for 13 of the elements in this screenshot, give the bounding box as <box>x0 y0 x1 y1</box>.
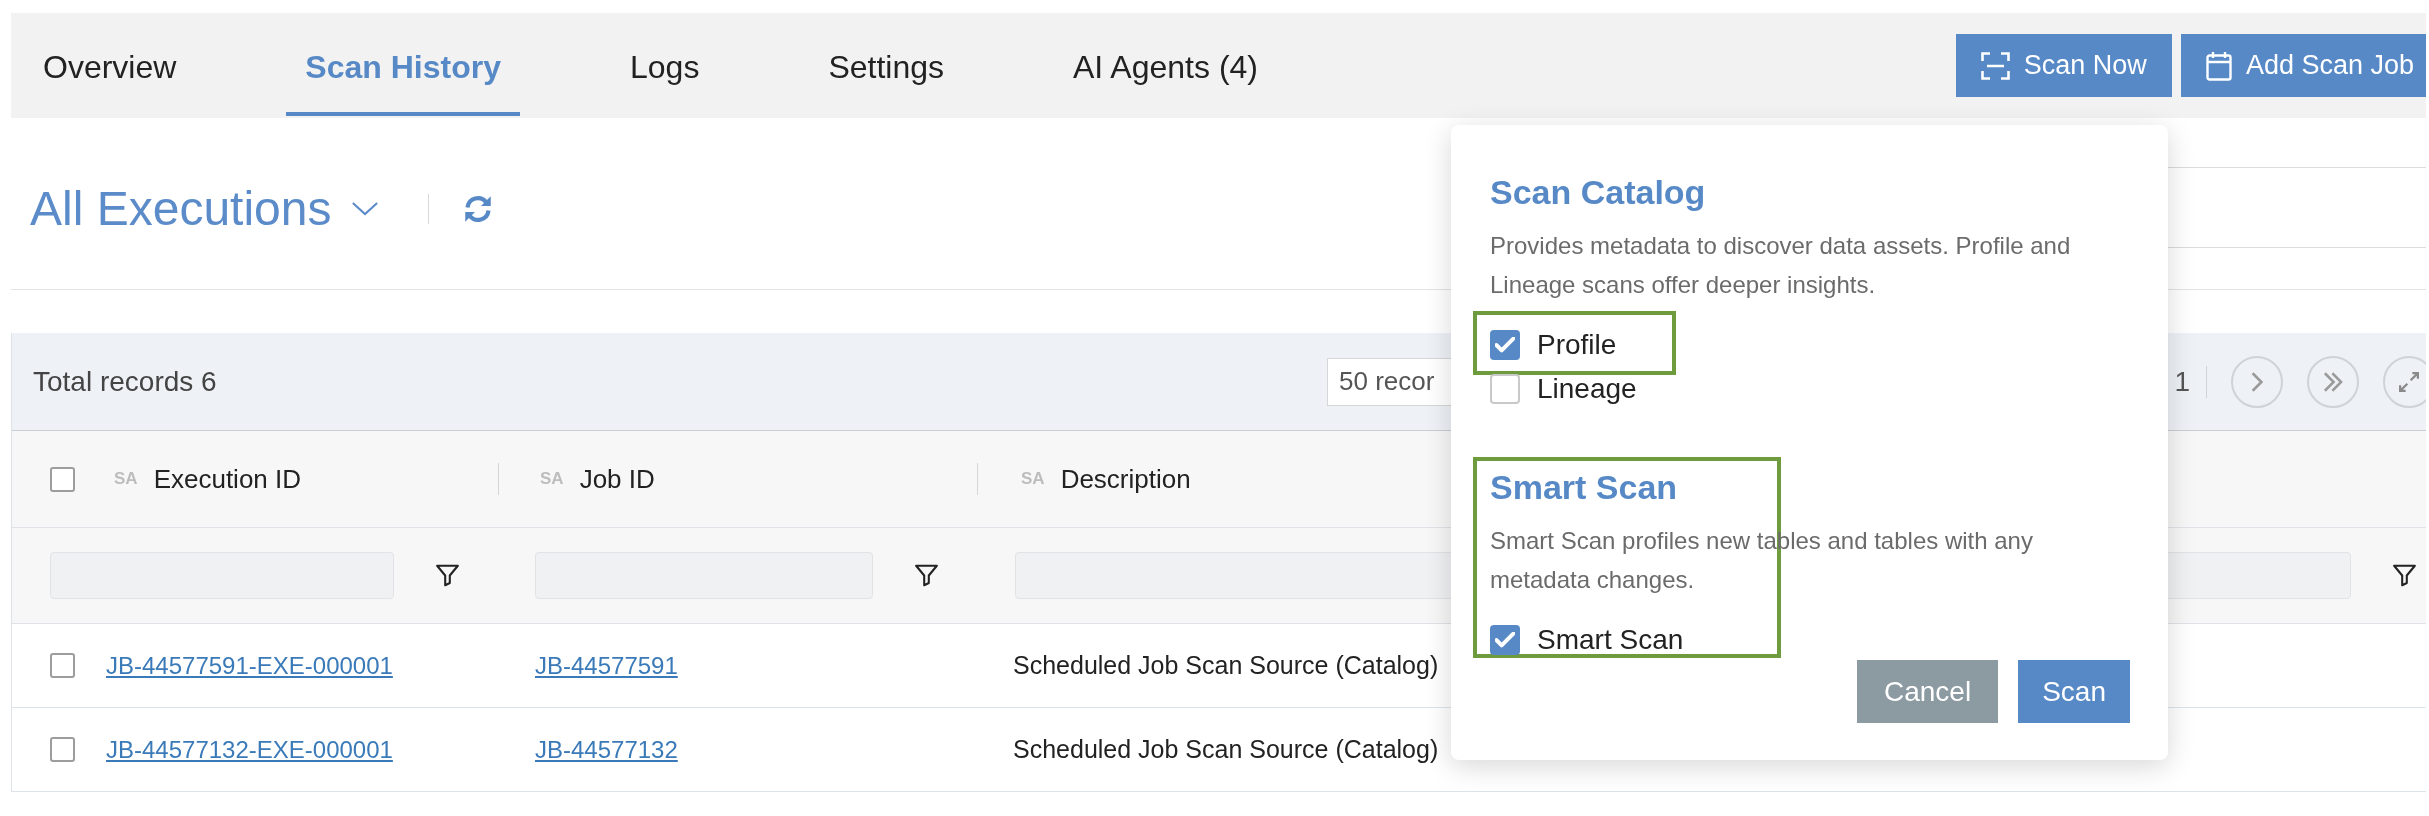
description-cell-text: Scheduled Job Scan Source (Catalog) <box>1013 649 1439 681</box>
record-count: Total records 6 <box>33 365 217 397</box>
sort-tag: SA <box>540 466 564 492</box>
section-title: Smart Scan <box>1490 467 1678 507</box>
section-description: Provides metadata to discover data assets. Profile and Lineage scans offer deeper insights. <box>1490 231 2072 300</box>
sort-tag: SA <box>1021 466 1045 492</box>
sort-tag: SA <box>114 466 138 492</box>
description-cell-text: Scheduled Job Scan Source (Catalog) <box>1013 733 1439 765</box>
section-title: Scan Catalog <box>1490 172 1706 212</box>
page-number: 1 <box>2174 364 2190 399</box>
option-label: Lineage <box>1537 372 1637 406</box>
option-label: Profile <box>1537 328 1617 362</box>
option-label: Smart Scan <box>1537 623 1684 657</box>
